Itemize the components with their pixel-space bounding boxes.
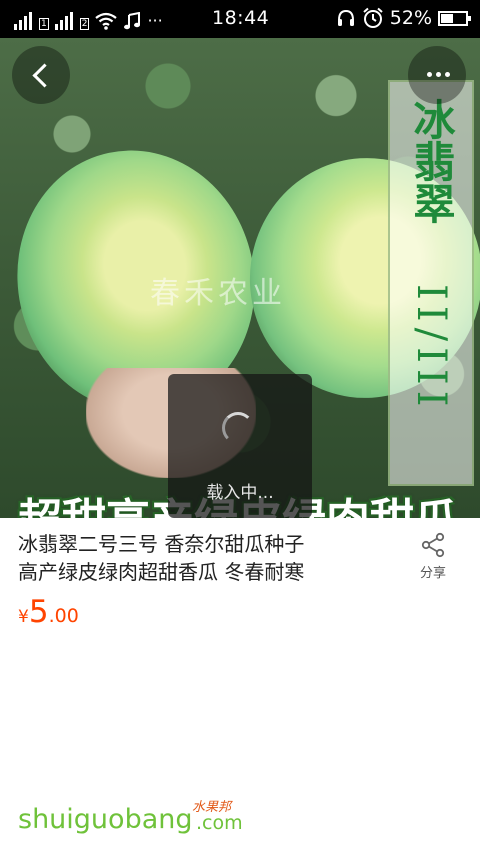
- image-watermark: 春禾农业: [150, 276, 286, 311]
- product-title: 冰翡翠二号三号 香奈尔甜瓜种子 高产绿皮绿肉超甜香瓜 冬春耐寒: [18, 530, 394, 586]
- music-icon: [124, 12, 141, 30]
- status-bar: 1 2 ··· 18:44 52%: [0, 0, 480, 38]
- price: ¥5.00: [18, 594, 79, 630]
- share-label: 分享: [419, 566, 446, 581]
- alarm-icon: [363, 7, 383, 28]
- battery-percent: 52%: [389, 7, 432, 29]
- site-logo: shuiguobang 水果邦 .com: [18, 800, 243, 835]
- more-dots-icon: ···: [147, 11, 163, 30]
- share-icon: [421, 532, 445, 558]
- product-title-line: 冰翡翠二号三号 香奈尔甜瓜种子: [18, 532, 305, 556]
- more-button[interactable]: [408, 46, 466, 104]
- product-title-line: 高产绿皮绿肉超甜香瓜 冬春耐寒: [18, 560, 305, 584]
- price-decimal: .00: [48, 605, 79, 627]
- back-button[interactable]: [12, 46, 70, 104]
- sim-1-icon: 1: [39, 18, 49, 30]
- status-left-icons: 1 2 ···: [14, 8, 163, 30]
- logo-main-text: shuiguobang: [18, 804, 193, 835]
- logo-com-text: .com: [196, 812, 243, 834]
- price-currency: ¥: [18, 607, 29, 627]
- back-chevron-icon: [32, 63, 57, 88]
- signal-icon: [14, 12, 32, 30]
- signal-icon: [54, 12, 73, 30]
- price-integer: 5: [28, 594, 49, 630]
- vertical-title: 冰翡翠: [407, 98, 456, 224]
- more-dots-icon: [427, 72, 450, 77]
- wifi-icon: [95, 12, 118, 30]
- vertical-subtitle: II/III: [408, 283, 454, 413]
- loading-text: 载入中...: [206, 483, 274, 503]
- status-right-icons: 52%: [336, 7, 471, 29]
- sim-2-icon: 2: [79, 18, 90, 30]
- headphones-icon: [337, 9, 354, 26]
- battery-icon: [438, 10, 471, 26]
- clock: 18:44: [212, 7, 270, 29]
- share-button[interactable]: 分享: [410, 530, 456, 586]
- spinner-icon: [222, 412, 254, 444]
- loading-overlay: 载入中...: [168, 374, 312, 518]
